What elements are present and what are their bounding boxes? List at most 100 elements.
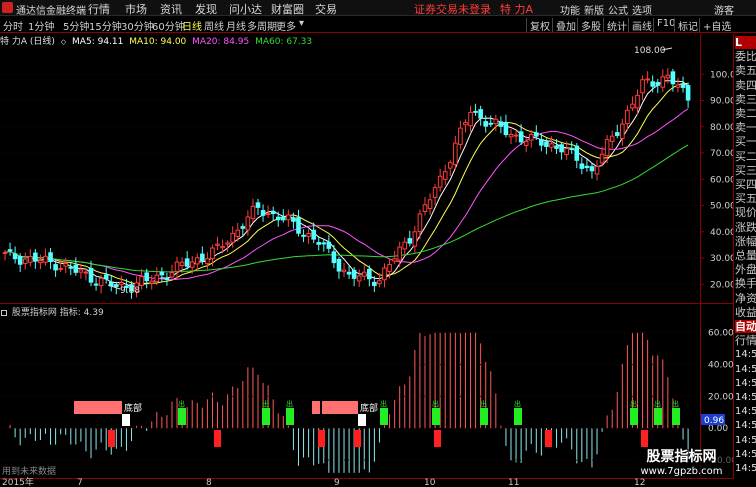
candle-body [377,280,382,285]
side-panel-item[interactable]: 买三 [735,164,756,177]
ma-lines [4,79,689,288]
time-axis-label: 12 [634,478,646,487]
candle-body [200,253,205,262]
side-panel-item[interactable]: 委比 [735,50,756,63]
candle-body [336,258,342,272]
down-signal-bar [434,430,441,447]
candle-body [73,264,79,273]
side-panel-item[interactable]: 卖三 [735,93,756,106]
candle-body [594,165,600,175]
side-panel-item[interactable]: 卖五 [735,64,756,77]
price-tick-label: 70.00 [710,149,733,159]
time-axis-label: 9 [334,478,340,487]
indicator-tick-label: 20.00 [708,392,733,402]
candle-body [306,232,311,237]
candle-body [210,247,215,260]
ma10-line [4,82,689,285]
side-panel-item[interactable]: 14:5 [735,348,756,361]
candle-body [645,78,650,81]
candle-body [189,261,195,268]
side-panel-item[interactable]: 净资 [735,292,756,305]
side-panel-item[interactable]: 现价 [735,206,756,219]
out-signal-label: 出 [178,399,185,408]
candle-body [103,274,109,280]
candle-body [245,216,251,231]
candle-body [392,258,397,262]
candle-body [417,213,423,232]
side-panel-item[interactable]: 卖一 [735,121,756,134]
side-panel-item[interactable]: 买四 [735,178,756,191]
candle-body [397,246,402,261]
candle-body [235,229,241,237]
out-signal-bar [654,408,662,425]
side-panel-item[interactable]: 14:5 [735,391,756,404]
side-panel-item[interactable]: 涨幅 [735,235,756,248]
out-signal-label: 出 [514,399,521,408]
out-signal-bar [514,408,522,425]
candle-body [437,175,443,188]
candle-body [28,256,33,263]
candle-body [447,162,453,169]
out-signal-bar [178,408,186,425]
side-panel-item[interactable]: 自动 [735,320,756,333]
candle-body [205,258,210,265]
candle-body [468,111,473,127]
time-axis-label: 2015年 [2,478,34,487]
candle-body [275,216,281,221]
side-panel-item[interactable]: 卖四 [735,79,756,92]
side-panel-item[interactable]: 收益 [735,306,756,319]
candles [2,68,691,299]
side-panel-item[interactable]: L [735,36,756,49]
side-panel-item[interactable]: 涨跌 [735,221,756,234]
candle-body [523,141,529,146]
side-panel-item[interactable]: 外盘 [735,263,756,276]
side-panel-item[interactable]: 14:5 [735,462,756,475]
candle-body [453,142,458,165]
kline-chart[interactable]: 20.00 30.00 40.00 50.00 60.00 70.00 80.00 90.00… [0,0,733,478]
indicator-toggle-icon[interactable] [1,309,7,316]
candle-body [569,148,575,151]
side-panel-item[interactable]: 卖二 [735,107,756,120]
candle-body [564,148,569,156]
side-panel-item[interactable]: 买二 [735,150,756,163]
indicator-current-value: 0.96 [704,416,724,426]
side-panel-item[interactable]: 14:5 [735,434,756,447]
candle-body [442,171,448,180]
candle-body [625,109,630,125]
candle-body [326,241,332,249]
candle-body [675,84,681,88]
side-panel-item[interactable]: 换手 [735,277,756,290]
side-panel-item[interactable]: 14:5 [735,419,756,432]
candle-body [164,277,170,280]
indicator-tick-label: 40.00 [708,361,733,371]
candle-body [609,135,615,142]
watermark: 股票指标网 www.7gpzb.com [630,449,733,479]
candle-body [584,165,590,169]
candle-body [78,269,84,273]
candle-body [503,122,509,136]
ma60-line [4,144,689,273]
candle-body [412,231,418,247]
time-axis: 2015年 7 8 9 10 11 12 [0,478,733,487]
side-panel-item[interactable]: 14:5 [735,377,756,390]
candle-body [432,187,438,198]
time-axis-label: 7 [77,478,83,487]
side-panel-item[interactable]: 买一 [735,135,756,148]
out-signal-bar [432,408,440,425]
side-panel-item[interactable]: 14:5 [735,405,756,418]
side-panel-item[interactable]: 14:5 [735,448,756,461]
bottom-signal-bar [312,401,320,414]
side-panel-item[interactable]: 买五 [735,192,756,205]
candle-body [518,131,524,143]
side-panel-item[interactable]: 14:5 [735,363,756,376]
candle-body [260,210,266,216]
candle-body [341,269,347,273]
candle-body [483,121,488,127]
candle-body [493,118,499,125]
candle-body [427,199,433,209]
side-panel-item[interactable]: 行情 [735,334,756,347]
candle-body [240,226,246,229]
candle-body [215,243,220,246]
candle-body [458,127,463,145]
side-panel-item[interactable]: 总量 [735,249,756,262]
